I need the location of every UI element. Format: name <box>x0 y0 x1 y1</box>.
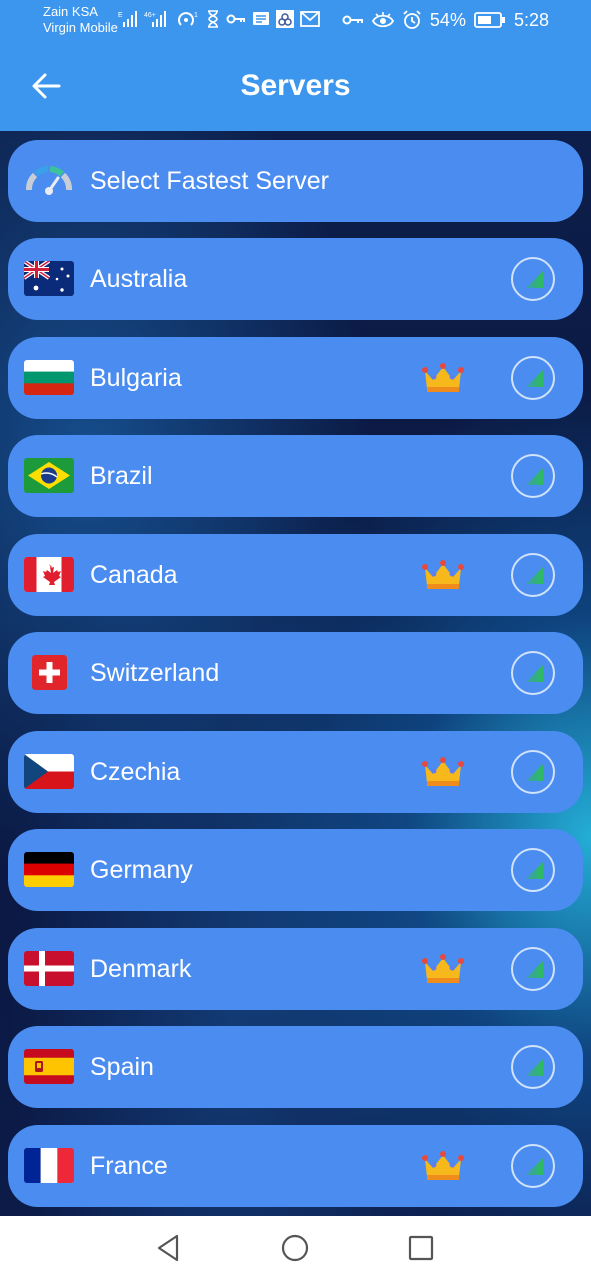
server-row-switzerland[interactable]: Switzerland <box>8 632 583 714</box>
signal-strength-button[interactable] <box>511 454 555 498</box>
server-country-label: Bulgaria <box>90 364 182 392</box>
svg-text:46+: 46+ <box>144 12 156 19</box>
signal-strength-button[interactable] <box>511 848 555 892</box>
signal-bars-icon <box>526 567 543 584</box>
signal-bars-icon <box>526 665 543 682</box>
status-bar: Zain KSA Virgin Mobile E 46+ 1 54% 5:28 <box>0 0 591 40</box>
australia-flag-icon <box>24 261 74 296</box>
alarm-icon <box>403 10 421 29</box>
signal-bars-icon <box>526 468 543 485</box>
page-title: Servers <box>240 69 351 102</box>
signal-bars-icon <box>526 1059 543 1076</box>
hourglass-icon <box>208 10 218 28</box>
server-row-canada[interactable]: Canada <box>8 534 583 616</box>
vpn-key-icon <box>342 15 363 25</box>
server-row-bulgaria[interactable]: Bulgaria <box>8 337 583 419</box>
bulgaria-flag-icon <box>24 360 74 395</box>
clock: 5:28 <box>513 9 549 30</box>
server-country-label: Australia <box>90 265 188 293</box>
app-header: Zain KSA Virgin Mobile E 46+ 1 54% 5:28 … <box>0 0 591 131</box>
czechia-flag-icon <box>24 754 74 789</box>
cell-signal-icon: E <box>118 11 137 27</box>
server-country-label: Germany <box>90 856 193 884</box>
svg-text:1: 1 <box>194 12 198 19</box>
svg-text:E: E <box>118 12 123 19</box>
server-row-brazil[interactable]: Brazil <box>8 435 583 517</box>
server-country-label: Canada <box>90 561 178 589</box>
server-row-australia[interactable]: Australia <box>8 238 583 320</box>
signal-bars-icon <box>526 271 543 288</box>
premium-crown-icon <box>422 363 464 392</box>
canada-flag-icon <box>24 557 74 592</box>
server-country-label: Spain <box>90 1053 154 1081</box>
server-country-label: Switzerland <box>90 659 220 687</box>
brazil-flag-icon <box>24 458 74 493</box>
battery-icon <box>474 12 505 28</box>
cell-signal-4g-icon: 46+ <box>144 11 166 27</box>
signal-strength-button[interactable] <box>511 651 555 695</box>
signal-bars-icon <box>526 961 543 978</box>
server-country-label: France <box>90 1152 168 1180</box>
app-notification-icon <box>276 10 294 28</box>
vpn-key-icon <box>226 14 245 24</box>
circle-home-icon <box>281 1234 309 1262</box>
battery-percent: 54% <box>429 9 466 30</box>
eye-comfort-icon <box>371 12 394 28</box>
signal-strength-button[interactable] <box>511 553 555 597</box>
signal-bars-icon <box>526 764 543 781</box>
status-icons-right: 54% 5:28 <box>342 8 549 32</box>
server-list[interactable]: Select Fastest Server Australia Bulgaria… <box>0 131 591 1216</box>
premium-crown-icon <box>422 757 464 786</box>
server-country-label: Czechia <box>90 758 181 786</box>
signal-strength-button[interactable] <box>511 947 555 991</box>
status-icons-left: E 46+ 1 <box>118 8 320 30</box>
signal-strength-button[interactable] <box>511 356 555 400</box>
premium-crown-icon <box>422 560 464 589</box>
nav-recents-button[interactable] <box>405 1232 437 1264</box>
mail-icon <box>300 11 320 27</box>
france-flag-icon <box>24 1148 74 1183</box>
germany-flag-icon <box>24 852 74 887</box>
square-recents-icon <box>408 1235 434 1261</box>
nav-back-button[interactable] <box>153 1232 185 1264</box>
signal-bars-icon <box>526 370 543 387</box>
server-row-czechia[interactable]: Czechia <box>8 731 583 813</box>
speedometer-icon <box>26 166 72 195</box>
signal-strength-button[interactable] <box>511 257 555 301</box>
signal-bars-icon <box>526 1158 543 1175</box>
denmark-flag-icon <box>24 951 74 986</box>
select-fastest-server-button[interactable]: Select Fastest Server <box>8 140 583 222</box>
triangle-back-icon <box>157 1234 179 1262</box>
premium-crown-icon <box>422 954 464 983</box>
server-country-label: Brazil <box>90 462 153 490</box>
server-country-label: Denmark <box>90 955 192 983</box>
server-row-france[interactable]: France <box>8 1125 583 1207</box>
switzerland-flag-icon <box>32 655 67 690</box>
server-row-denmark[interactable]: Denmark <box>8 928 583 1010</box>
fastest-server-label: Select Fastest Server <box>90 167 329 195</box>
signal-strength-button[interactable] <box>511 1045 555 1089</box>
message-icon <box>253 12 269 25</box>
server-row-spain[interactable]: Spain <box>8 1026 583 1108</box>
server-row-germany[interactable]: Germany <box>8 829 583 911</box>
carrier-secondary: Virgin Mobile <box>43 20 118 35</box>
carrier-primary: Zain KSA <box>43 4 98 19</box>
signal-bars-icon <box>526 862 543 879</box>
signal-strength-button[interactable] <box>511 750 555 794</box>
system-nav-bar <box>0 1216 591 1280</box>
premium-crown-icon <box>422 1151 464 1180</box>
spain-flag-icon <box>24 1049 74 1084</box>
hotspot-icon: 1 <box>178 12 198 26</box>
carrier-info: Zain KSA Virgin Mobile <box>43 4 118 36</box>
nav-home-button[interactable] <box>279 1232 311 1264</box>
signal-strength-button[interactable] <box>511 1144 555 1188</box>
